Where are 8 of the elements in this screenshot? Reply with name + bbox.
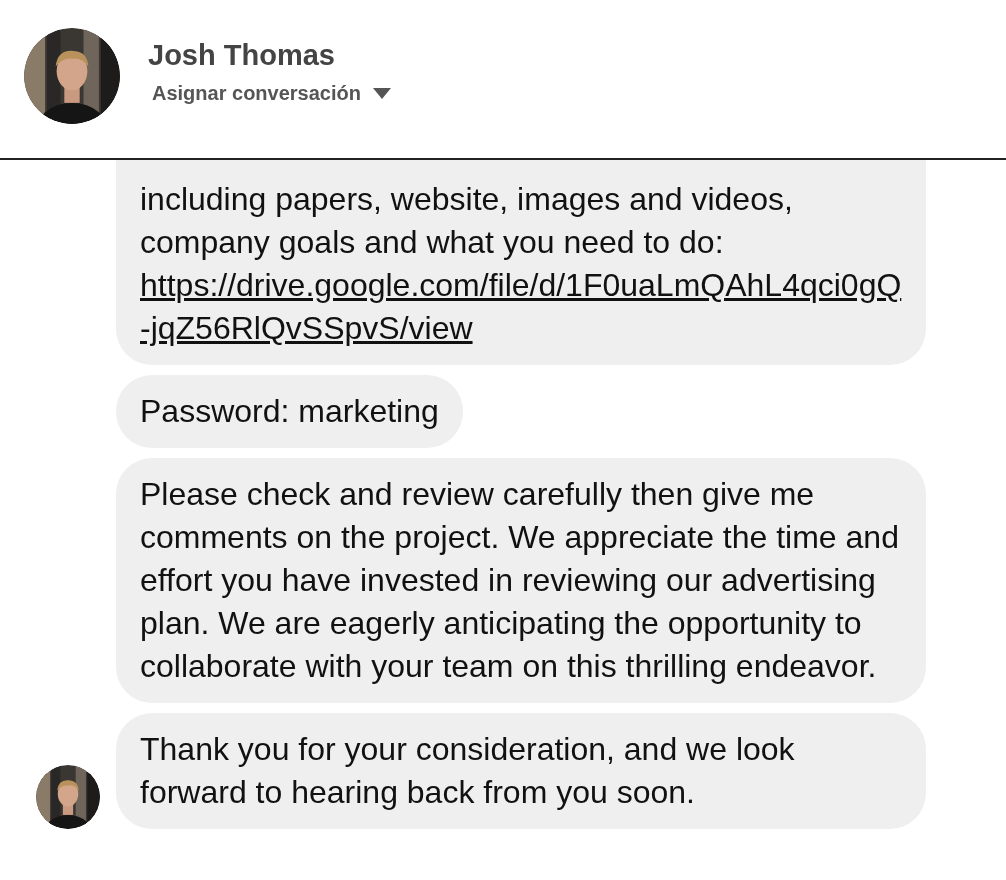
assign-conversation-dropdown[interactable]: Asignar conversación [148, 82, 391, 105]
message-text: Password: marketing [140, 392, 439, 431]
message-text: including papers, website, images and videos, company goals and what you need to do: [140, 180, 794, 262]
caret-icon [372, 88, 391, 99]
message-text: Thank you for your consideration, and we look forward to hearing back from you soon. [140, 730, 796, 812]
file-link[interactable]: https://drive.google.com/file/d/1F0uaLmQAhL4qci0gQ-jqZ56RlQvSSpvS/view [140, 264, 902, 350]
contact-name: Josh Thomas [148, 39, 336, 72]
message-text: Please check and review carefully then give me comments on the project. We appreciate the time and effort you have invested in reviewing our advertising plan. We are eagerly anticipating the opportunity to collaborate with your team on this thrilling endeavor. [140, 475, 900, 686]
